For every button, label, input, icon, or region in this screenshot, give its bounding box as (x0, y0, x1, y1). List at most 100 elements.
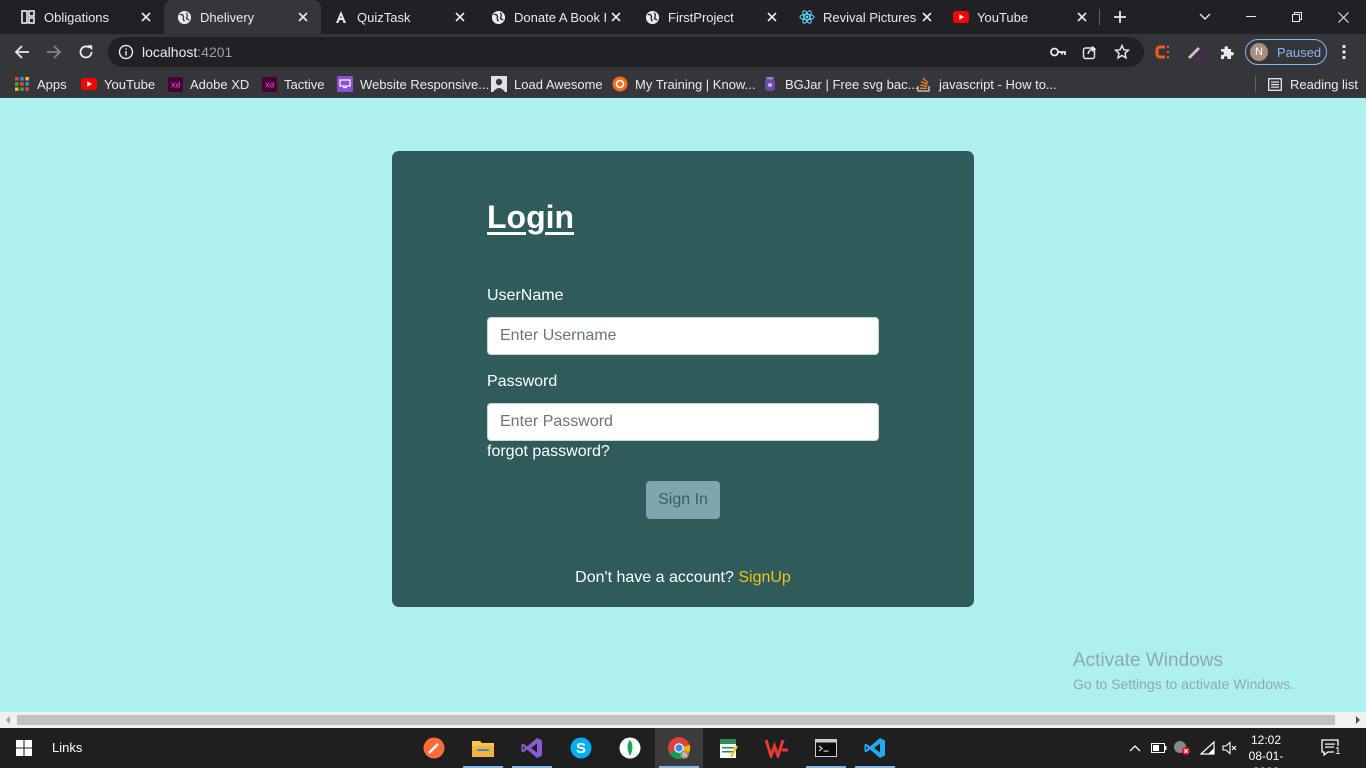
mongodb-compass-icon[interactable] (606, 728, 654, 768)
start-button[interactable] (0, 728, 48, 768)
notification-count-badge: 1 (1334, 746, 1342, 757)
close-tab-icon[interactable] (1074, 9, 1090, 25)
bookmarks-bar: Apps YouTube Xd Adobe XD Xd Tactive Webs… (0, 70, 1366, 98)
bookmark-bgjar[interactable]: BGJar | Free svg bac... (762, 76, 918, 92)
site-info-icon[interactable] (118, 44, 134, 65)
tab-search-button[interactable] (1182, 0, 1228, 34)
password-input[interactable] (487, 403, 879, 441)
tab-obligations[interactable]: Obligations (0, 0, 164, 34)
close-window-button[interactable] (1320, 0, 1366, 34)
visual-studio-icon[interactable] (508, 728, 556, 768)
restore-button[interactable] (1274, 0, 1320, 34)
extension-pen-icon[interactable] (1185, 42, 1205, 62)
clock[interactable]: 12:02 08-01-2022 (1236, 732, 1296, 768)
skype-icon[interactable]: S (557, 728, 605, 768)
signup-link[interactable]: SignUp (738, 569, 790, 586)
username-label: UserName (487, 287, 564, 304)
tab-title: YouTube (977, 9, 1029, 25)
close-tab-icon[interactable] (919, 9, 935, 25)
activate-windows-watermark: Activate Windows Go to Settings to activ… (1073, 650, 1294, 692)
bookmark-adobe-xd[interactable]: Xd Adobe XD (167, 76, 249, 92)
windows-taskbar: Links S N 12:02 08-01- 1 (0, 728, 1366, 768)
bookmark-star-icon[interactable] (1114, 44, 1130, 60)
wifi-icon[interactable] (1198, 738, 1218, 758)
avatar-icon (491, 76, 507, 92)
tab-dhelivery[interactable]: Dhelivery (164, 0, 321, 34)
bookmark-tactive[interactable]: Xd Tactive (261, 76, 324, 92)
close-tab-icon[interactable] (138, 9, 154, 25)
close-tab-icon[interactable] (452, 9, 468, 25)
bookmark-label: Tactive (284, 76, 325, 92)
watermark-title: Activate Windows (1073, 650, 1223, 671)
battery-icon[interactable] (1149, 738, 1169, 758)
vscode-icon[interactable] (851, 728, 899, 768)
extensions-puzzle-icon[interactable] (1217, 42, 1237, 62)
svg-text:Xd: Xd (264, 80, 273, 89)
notifications-button[interactable]: 1 (1320, 738, 1344, 758)
menu-kebab-icon[interactable] (1334, 42, 1354, 62)
reading-list-button[interactable]: Reading list (1267, 76, 1358, 92)
url-text: localhost:4201 (142, 44, 232, 60)
profile-button[interactable]: N Paused (1245, 39, 1327, 65)
bookmark-my-training[interactable]: My Training | Know... (612, 76, 755, 92)
bookmark-label: Website Responsive... (360, 76, 490, 92)
scroll-right-arrow-icon[interactable] (1350, 712, 1366, 728)
horizontal-scrollbar[interactable] (0, 712, 1366, 728)
tab-title: QuizTask (357, 9, 411, 25)
bookmark-label: BGJar | Free svg bac... (785, 76, 919, 92)
tab-title: Obligations (44, 9, 110, 25)
bookmark-label: My Training | Know... (635, 76, 756, 92)
bookmark-website-responsive[interactable]: Website Responsive... (337, 76, 489, 92)
scroll-left-arrow-icon[interactable] (0, 712, 16, 728)
adobe-xd-icon: Xd (167, 76, 183, 92)
profile-status: Paused (1277, 44, 1322, 60)
forward-button[interactable] (40, 38, 68, 66)
terminal-icon[interactable] (802, 728, 850, 768)
scrollbar-thumb[interactable] (17, 715, 1335, 725)
notepad-icon[interactable] (704, 728, 752, 768)
share-icon[interactable] (1082, 44, 1098, 60)
login-title: Login (487, 199, 575, 235)
back-button[interactable] (8, 38, 36, 66)
sign-in-button[interactable]: Sign In (646, 481, 720, 519)
bookmark-separator (1255, 76, 1256, 92)
close-tab-icon[interactable] (608, 9, 624, 25)
username-input[interactable] (487, 317, 879, 355)
tab-donate-a-book[interactable]: Donate A Book F (478, 0, 634, 34)
new-tab-button[interactable] (1108, 5, 1132, 29)
wps-office-icon[interactable] (753, 728, 801, 768)
tab-strip: Obligations Dhelivery QuizTask Donate A … (0, 0, 1366, 34)
browser-toolbar: localhost:4201 N Paused (0, 34, 1366, 70)
tab-revival-pictures[interactable]: Revival Pictures (790, 0, 945, 34)
bookmark-youtube[interactable]: YouTube (81, 76, 155, 92)
chrome-icon[interactable]: N (655, 728, 703, 768)
reload-button[interactable] (72, 38, 100, 66)
svg-text:N: N (682, 753, 686, 759)
bookmark-javascript[interactable]: javascript - How to... (916, 76, 1057, 92)
show-hidden-icons-chevron-icon[interactable] (1125, 738, 1145, 758)
tab-firstproject[interactable]: FirstProject (634, 0, 790, 34)
globe-icon (644, 9, 660, 25)
tab-youtube[interactable]: YouTube (945, 0, 1100, 34)
forgot-password-link[interactable]: forgot password? (487, 443, 610, 461)
clock-date: 08-01-2022 (1248, 749, 1284, 768)
youtube-icon (953, 9, 969, 25)
close-tab-icon[interactable] (764, 9, 780, 25)
password-key-icon[interactable] (1050, 44, 1066, 60)
angular-icon (333, 9, 349, 25)
no-account-text: Don't have a account? (575, 569, 734, 586)
tab-title: Revival Pictures (823, 9, 917, 25)
bookmark-apps[interactable]: Apps (14, 76, 67, 92)
minimize-button[interactable] (1228, 0, 1274, 34)
tab-quiztask[interactable]: QuizTask (321, 0, 478, 34)
network-error-icon[interactable] (1172, 738, 1192, 758)
address-bar[interactable]: localhost:4201 (108, 37, 1144, 67)
extension-c-icon[interactable] (1153, 42, 1173, 62)
close-tab-icon[interactable] (295, 9, 311, 25)
tab-title: Donate A Book F (514, 9, 606, 25)
file-explorer-icon[interactable] (459, 728, 507, 768)
links-toolbar[interactable]: Links (52, 740, 82, 755)
responsive-icon (337, 76, 353, 92)
bookmark-load-awesome[interactable]: Load Awesome (491, 76, 603, 92)
postman-icon[interactable] (410, 728, 458, 768)
